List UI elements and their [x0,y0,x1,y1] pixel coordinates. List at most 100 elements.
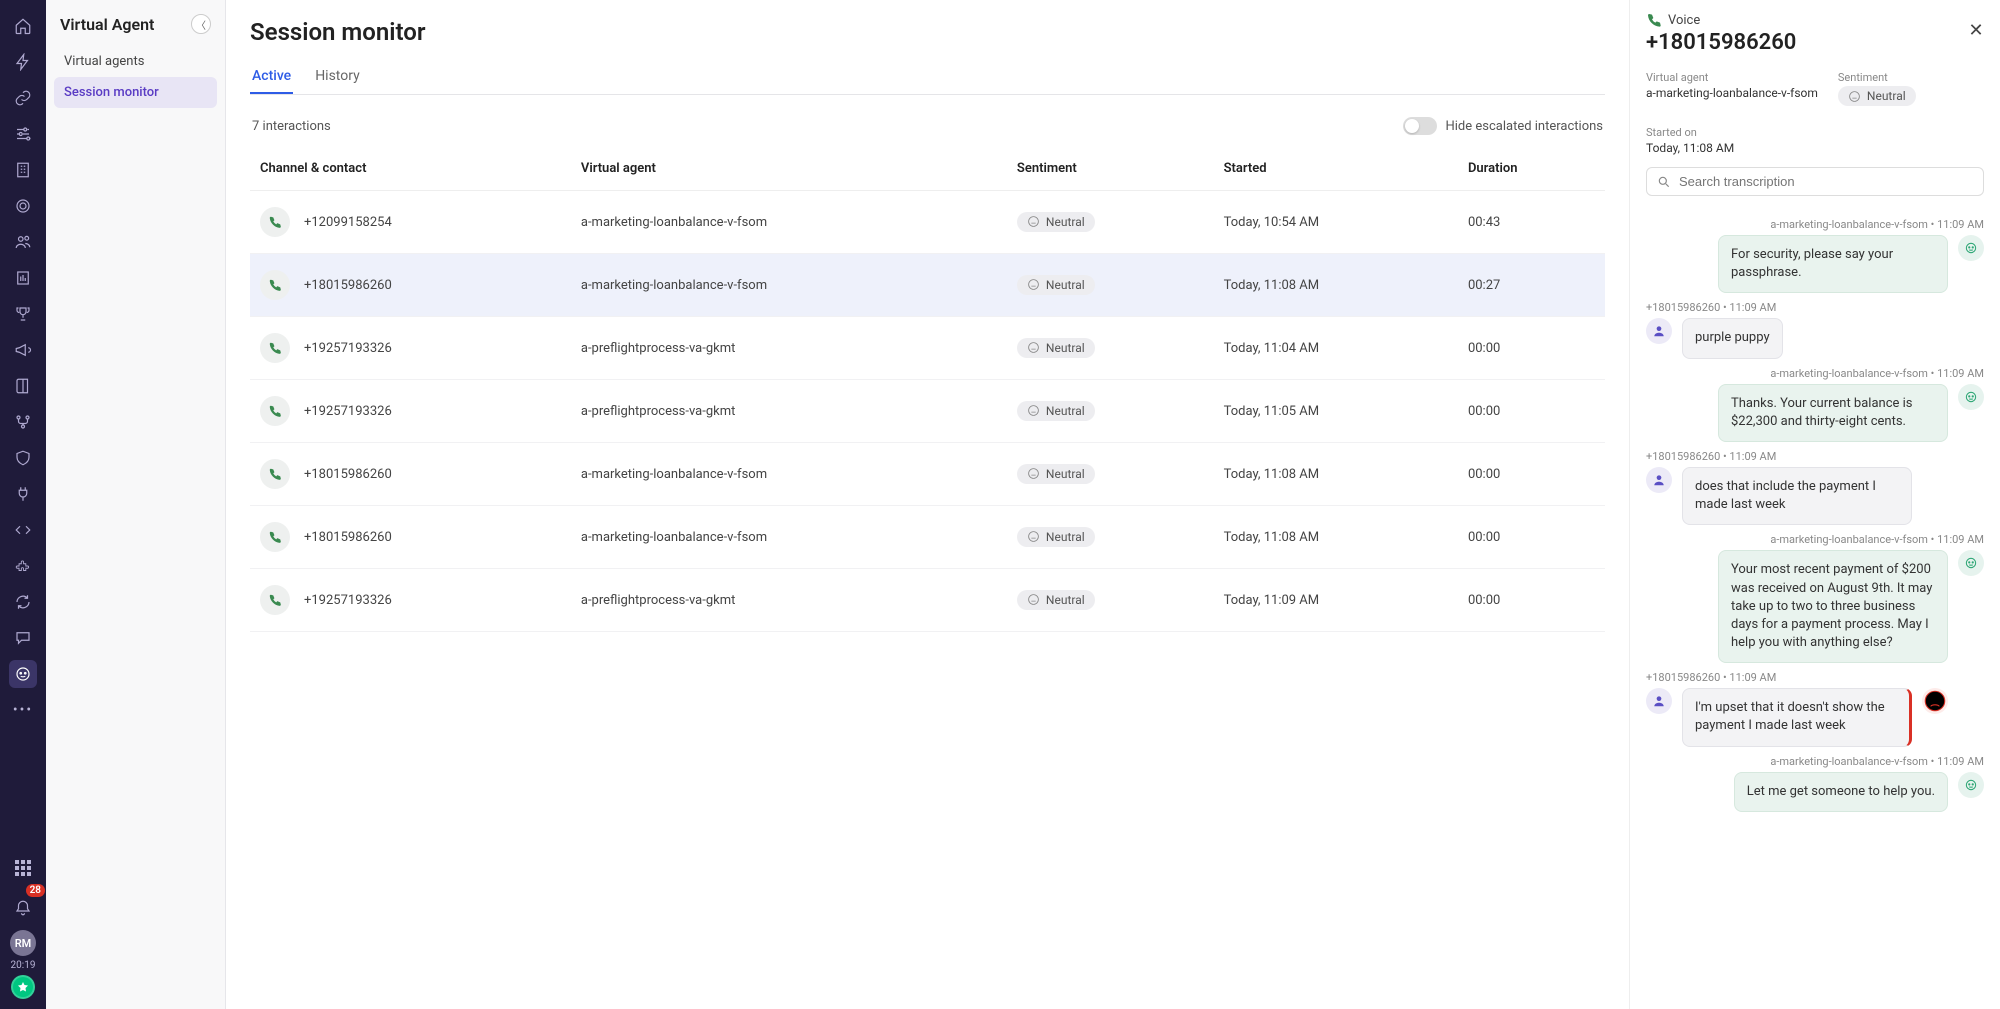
rail-chat-icon[interactable] [9,624,37,652]
rail-target-icon[interactable] [9,192,37,220]
rail-shield-icon[interactable] [9,444,37,472]
rail-megaphone-icon[interactable] [9,336,37,364]
message-row: I'm upset that it doesn't show the payme… [1646,688,1984,746]
notifications-icon[interactable] [9,894,37,922]
user-message-bubble: does that include the payment I made las… [1682,467,1912,525]
leftnav-item-virtual-agents[interactable]: Virtual agents [54,46,217,77]
rail-refresh-icon[interactable] [9,588,37,616]
transcript-search[interactable] [1646,167,1984,196]
table-row[interactable]: +19257193326a-preflightprocess-va-gkmtNe… [250,569,1605,632]
table-row[interactable]: +18015986260a-marketing-loanbalance-v-fs… [250,506,1605,569]
duration-cell: 00:43 [1458,191,1605,254]
rail-users-icon[interactable] [9,228,37,256]
message-row: Thanks. Your current balance is $22,300 … [1646,384,1984,442]
column-header[interactable]: Started [1214,147,1458,191]
message-meta: a-marketing-loanbalance-v-fsom • 11:09 A… [1646,218,1984,231]
tab-active[interactable]: Active [250,60,293,94]
rail-puzzle-icon[interactable] [9,552,37,580]
tab-history[interactable]: History [313,60,362,94]
phone-icon [260,522,290,552]
duration-cell: 00:27 [1458,254,1605,317]
sessions-table: Channel & contactVirtual agentSentimentS… [250,147,1605,632]
column-header[interactable]: Sentiment [1007,147,1214,191]
started-cell: Today, 11:04 AM [1214,317,1458,380]
notification-count-badge: 28 [26,884,45,897]
message-row: Let me get someone to help you. [1646,772,1984,812]
started-cell: Today, 11:08 AM [1214,254,1458,317]
search-icon [1657,175,1671,189]
rail-more-icon[interactable]: ••• [9,696,37,724]
rail-trophy-icon[interactable] [9,300,37,328]
rail-clock: 20:19 [11,960,36,971]
rail-link-icon[interactable] [9,84,37,112]
table-row[interactable]: +19257193326a-preflightprocess-va-gkmtNe… [250,317,1605,380]
rail-report-icon[interactable] [9,264,37,292]
sentiment-pill: Neutral [1017,527,1095,547]
rail-bolt-icon[interactable] [9,48,37,76]
phone-icon [260,270,290,300]
table-row[interactable]: +18015986260a-marketing-loanbalance-v-fs… [250,254,1605,317]
interaction-count: 7 interactions [252,119,331,134]
meta-agent-value: a-marketing-loanbalance-v-fsom [1646,86,1818,100]
message-meta: +18015986260 • 11:09 AM [1646,671,1984,684]
agent-message-bubble: Your most recent payment of $200 was rec… [1718,550,1948,663]
agent-avatar-icon [1958,384,1984,410]
duration-cell: 00:00 [1458,506,1605,569]
rail-book-icon[interactable] [9,372,37,400]
started-cell: Today, 11:08 AM [1214,506,1458,569]
transcript-search-input[interactable] [1679,174,1973,189]
column-header[interactable]: Virtual agent [571,147,1007,191]
table-row[interactable]: +19257193326a-preflightprocess-va-gkmtNe… [250,380,1605,443]
presence-status-button[interactable] [11,975,35,999]
column-header[interactable]: Channel & contact [250,147,571,191]
phone-icon [260,459,290,489]
negative-sentiment-icon [1922,688,1948,714]
rail-sliders-icon[interactable] [9,120,37,148]
rail-home-icon[interactable] [9,12,37,40]
collapse-leftnav-button[interactable]: 〈 [191,14,211,34]
contact-number: +12099158254 [304,215,392,230]
user-avatar[interactable]: RM [10,930,36,956]
rail-building-icon[interactable] [9,156,37,184]
rail-plug-icon[interactable] [9,480,37,508]
rail-code-icon[interactable] [9,516,37,544]
page-title: Session monitor [250,18,1605,46]
contact-number: +18015986260 [304,278,392,293]
apps-switcher-icon[interactable] [9,854,37,882]
rail-branch-icon[interactable] [9,408,37,436]
panel-channel-label: Voice [1668,13,1700,28]
started-cell: Today, 11:05 AM [1214,380,1458,443]
agent-avatar-icon [1958,772,1984,798]
sentiment-pill: Neutral [1017,590,1095,610]
rail-bot-icon[interactable] [9,660,37,688]
voice-channel-icon [1646,12,1662,28]
sentiment-pill: Neutral [1017,338,1095,358]
close-panel-button[interactable]: ✕ [1964,18,1988,42]
message-meta: a-marketing-loanbalance-v-fsom • 11:09 A… [1646,755,1984,768]
column-header[interactable]: Duration [1458,147,1605,191]
message-row: Your most recent payment of $200 was rec… [1646,550,1984,663]
hide-escalated-toggle[interactable] [1403,117,1437,135]
message-row: For security, please say your passphrase… [1646,235,1984,293]
hide-escalated-label: Hide escalated interactions [1445,119,1603,134]
agent-message-bubble: Let me get someone to help you. [1734,772,1948,812]
leftnav-title: Virtual Agent [60,15,154,34]
meta-agent-label: Virtual agent [1646,71,1818,84]
contact-number: +19257193326 [304,404,392,419]
agent-cell: a-preflightprocess-va-gkmt [571,317,1007,380]
phone-icon [260,396,290,426]
user-avatar-icon [1646,688,1672,714]
phone-icon [260,207,290,237]
sentiment-pill: Neutral [1017,401,1095,421]
meta-sentiment-pill: Neutral [1838,86,1916,106]
table-row[interactable]: +18015986260a-marketing-loanbalance-v-fs… [250,443,1605,506]
table-row[interactable]: +12099158254a-marketing-loanbalance-v-fs… [250,191,1605,254]
leftnav-item-session-monitor[interactable]: Session monitor [54,77,217,108]
message-meta: a-marketing-loanbalance-v-fsom • 11:09 A… [1646,367,1984,380]
duration-cell: 00:00 [1458,443,1605,506]
contact-number: +19257193326 [304,593,392,608]
user-avatar-icon [1646,318,1672,344]
agent-cell: a-marketing-loanbalance-v-fsom [571,506,1007,569]
user-avatar-icon [1646,467,1672,493]
message-row: does that include the payment I made las… [1646,467,1984,525]
